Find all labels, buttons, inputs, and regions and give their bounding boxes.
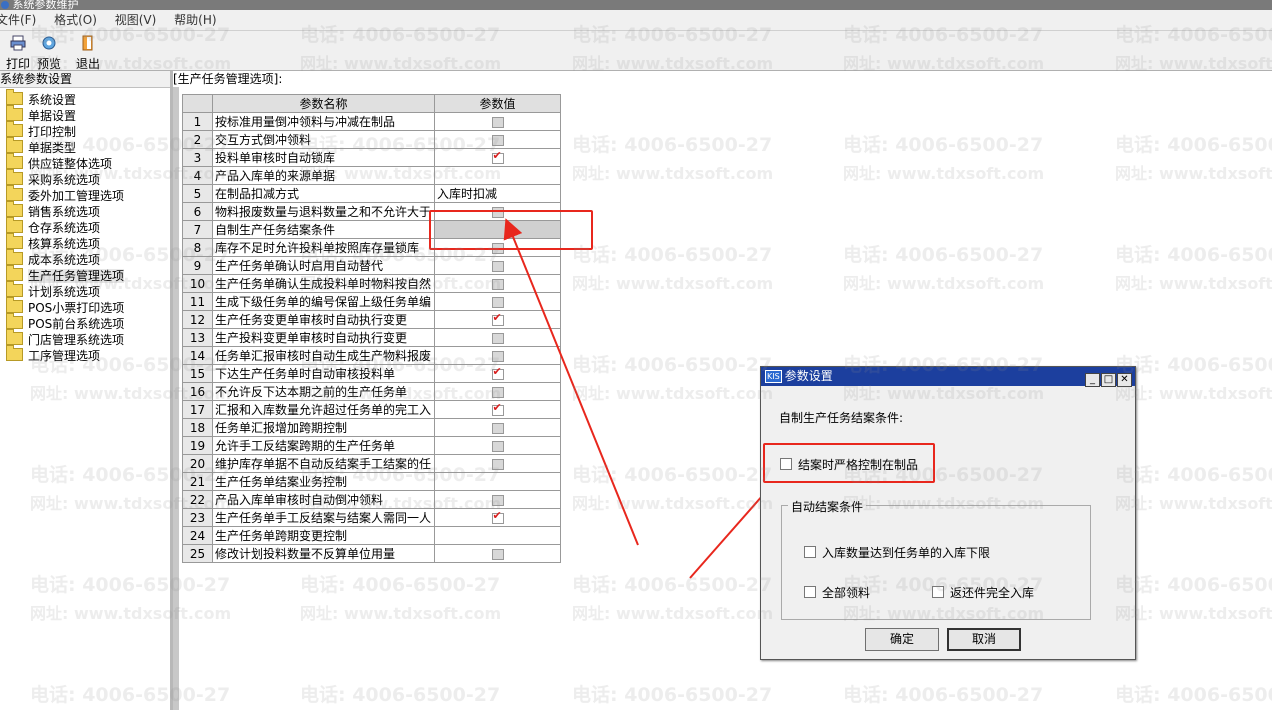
kis-logo-icon: KIS: [765, 370, 782, 383]
highlight-checkbox: [763, 443, 935, 483]
cancel-button[interactable]: 取消: [947, 628, 1021, 651]
ok-button[interactable]: 确定: [865, 628, 939, 651]
all-issue-option[interactable]: 全部领料: [804, 584, 870, 601]
dialog-heading: 自制生产任务结案条件:: [779, 411, 904, 425]
inbound-label: 入库数量达到任务单的入库下限: [822, 546, 991, 560]
dialog-title: 参数设置: [784, 369, 833, 383]
group-title: 自动结案条件: [788, 498, 867, 515]
close-icon[interactable]: ✕: [1117, 373, 1132, 387]
all-issue-checkbox[interactable]: [804, 586, 816, 598]
arrow-to-cell: [503, 218, 639, 546]
return-option[interactable]: 返还件完全入库: [932, 584, 1034, 601]
inbound-checkbox[interactable]: [804, 546, 816, 558]
return-checkbox[interactable]: [932, 586, 944, 598]
auto-close-group: 自动结案条件 入库数量达到任务单的入库下限 全部领料 返还件完全入库: [781, 498, 1091, 620]
minimize-icon[interactable]: _: [1085, 373, 1100, 387]
maximize-icon[interactable]: □: [1101, 373, 1116, 387]
inbound-option[interactable]: 入库数量达到任务单的入库下限: [804, 544, 990, 561]
return-label: 返还件完全入库: [950, 586, 1035, 600]
dialog-titlebar: KIS 参数设置 _ □ ✕: [761, 367, 1135, 387]
all-issue-label: 全部领料: [822, 586, 871, 600]
param-dialog: KIS 参数设置 _ □ ✕ 自制生产任务结案条件: 结案时严格控制在制品 自动结案条…: [760, 366, 1136, 660]
